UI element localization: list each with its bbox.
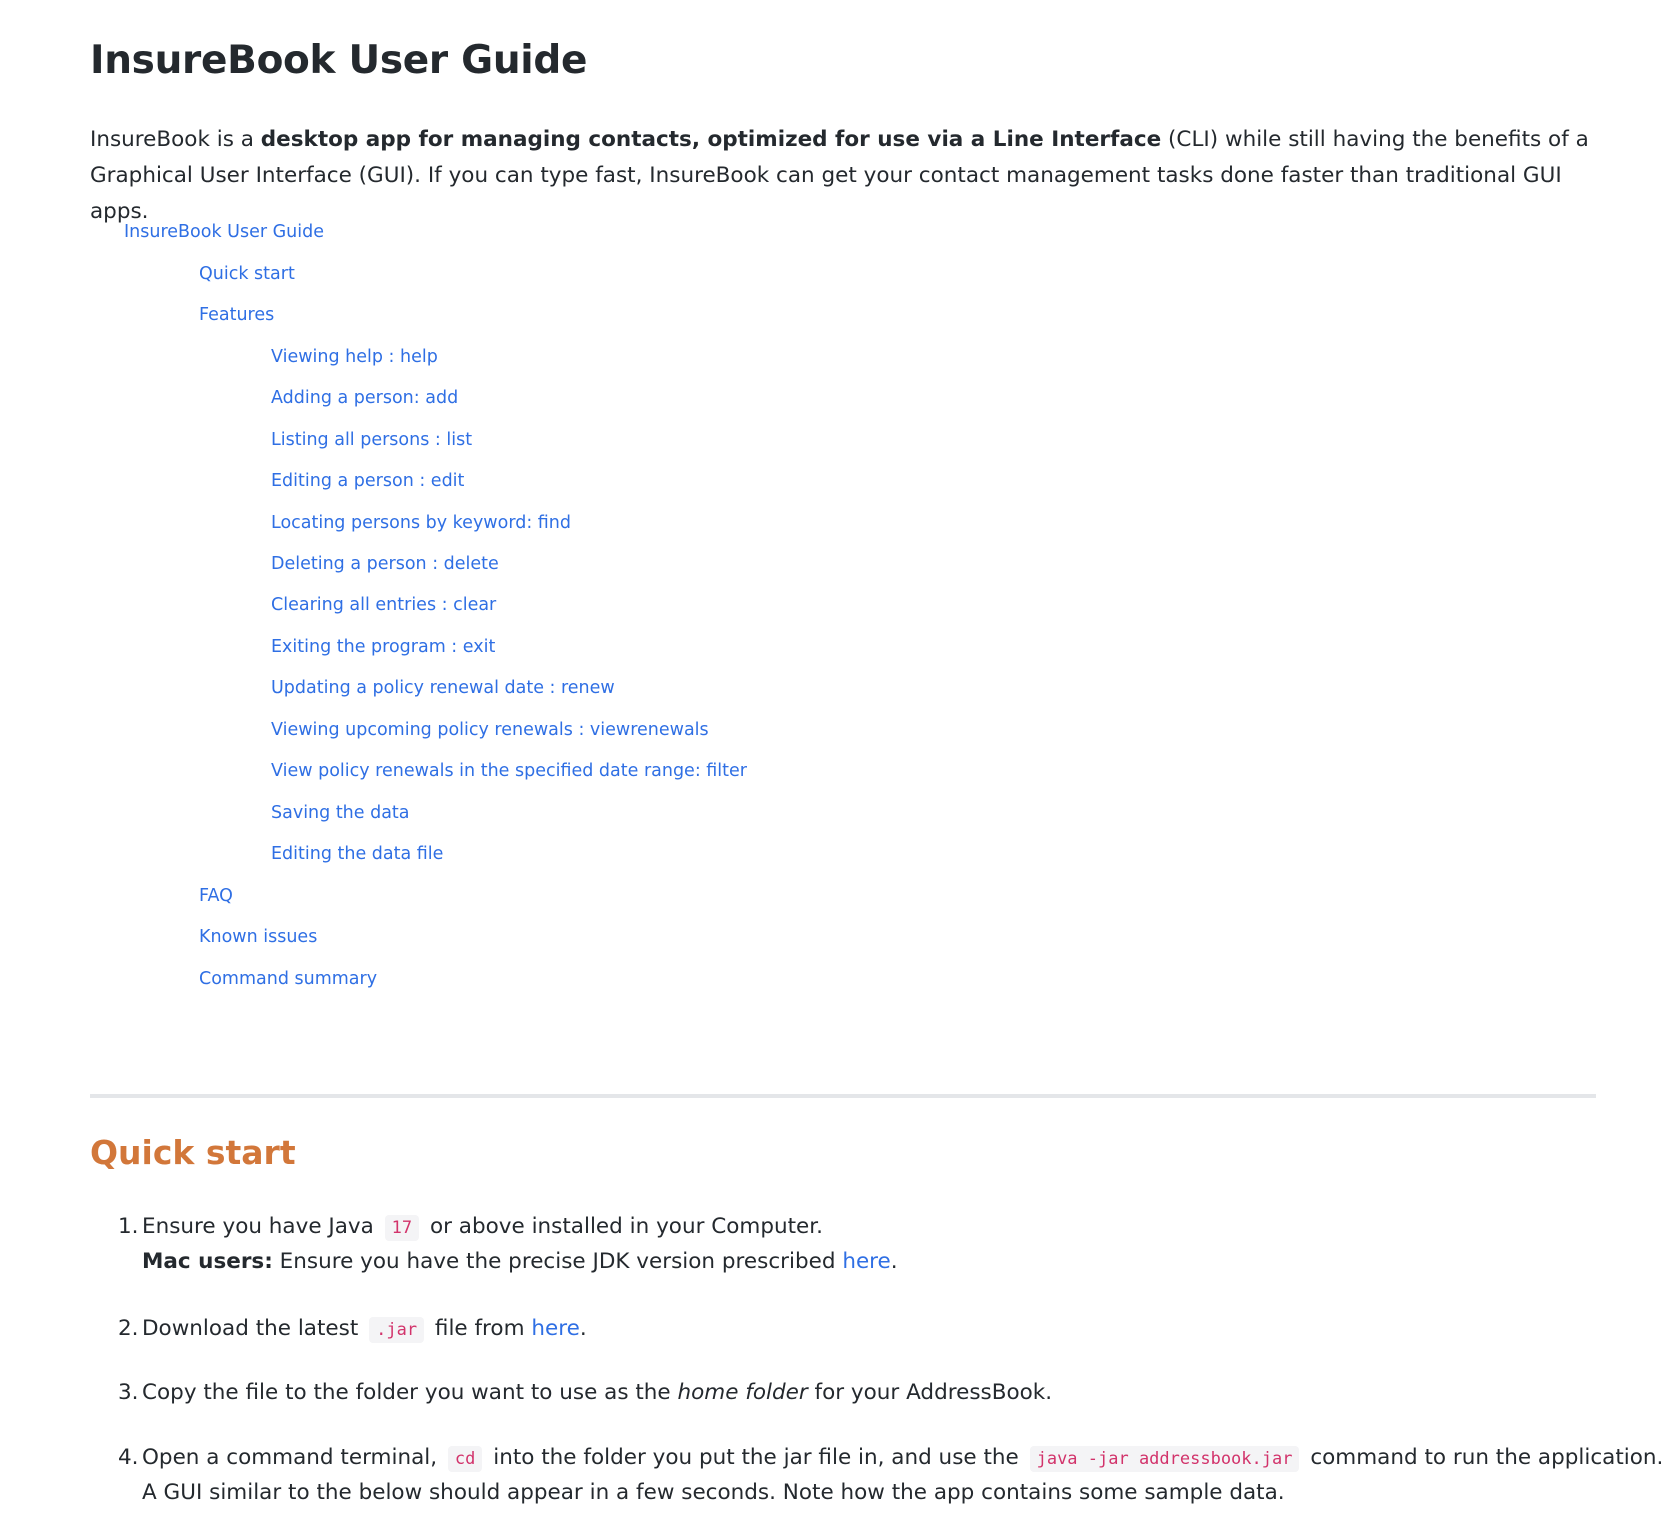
- step-text: .: [890, 1249, 898, 1274]
- toc-link-feature-item[interactable]: Viewing upcoming policy renewals : viewr…: [271, 718, 709, 742]
- step-item: 2. Download the latest .jar file from he…: [118, 1312, 1602, 1347]
- step-line: Copy the file to the folder you want to …: [142, 1376, 1602, 1409]
- jar-code: .jar: [369, 1317, 425, 1343]
- toc-link-feature-item[interactable]: Updating a policy renewal date : renew: [271, 676, 615, 700]
- step-number: 4.: [118, 1445, 139, 1470]
- toc-link-feature-item[interactable]: Viewing help : help: [271, 345, 438, 369]
- toc-link-known-issues[interactable]: Known issues: [199, 925, 317, 949]
- quick-start-heading: Quick start: [90, 1133, 296, 1172]
- toc-link-feature-item[interactable]: Clearing all entries : clear: [271, 593, 496, 617]
- step-text: Ensure you have the precise JDK version …: [272, 1249, 843, 1274]
- intro-paragraph: InsureBook is a desktop app for managing…: [90, 122, 1590, 230]
- toc-link-command-summary[interactable]: Command summary: [199, 967, 377, 991]
- toc-link-feature-item[interactable]: Locating persons by keyword: find: [271, 511, 571, 535]
- step-text: command to run the application.: [1310, 1445, 1664, 1470]
- step-number: 3.: [118, 1380, 139, 1405]
- toc-link-user-guide[interactable]: InsureBook User Guide: [124, 220, 324, 244]
- step-line: Mac users: Ensure you have the precise J…: [142, 1245, 1602, 1278]
- step-line: Download the latest .jar file from here.: [142, 1312, 1602, 1347]
- intro-bold-text: desktop app for managing contacts, optim…: [260, 127, 1162, 152]
- step-item: 4. Open a command terminal, cd into the …: [118, 1441, 1663, 1509]
- cd-code: cd: [447, 1446, 483, 1472]
- section-divider: [90, 1094, 1596, 1098]
- step-text: file from: [434, 1316, 532, 1341]
- java-jar-command-code: java -jar addressbook.jar: [1029, 1446, 1300, 1472]
- step-item: 3. Copy the file to the folder you want …: [118, 1376, 1602, 1409]
- step-number: 1.: [118, 1214, 139, 1239]
- step-line: Ensure you have Java 17 or above install…: [142, 1210, 1602, 1245]
- toc-link-feature-item[interactable]: View policy renewals in the specified da…: [271, 759, 747, 783]
- java-version-code: 17: [384, 1215, 420, 1241]
- toc-link-features[interactable]: Features: [199, 303, 274, 327]
- download-link[interactable]: here: [531, 1316, 579, 1341]
- step-text: Download the latest: [142, 1316, 359, 1341]
- intro-text-start: InsureBook is a: [90, 127, 261, 152]
- step-line: A GUI similar to the below should appear…: [142, 1480, 1285, 1505]
- toc-link-feature-item[interactable]: Listing all persons : list: [271, 428, 472, 452]
- step-text: Ensure you have Java: [142, 1214, 374, 1239]
- toc-link-feature-item[interactable]: Exiting the program : exit: [271, 635, 495, 659]
- step-text: .: [579, 1316, 587, 1341]
- toc-link-quick-start[interactable]: Quick start: [199, 262, 295, 286]
- page-title: InsureBook User Guide: [90, 38, 588, 83]
- step-text: for your AddressBook.: [807, 1380, 1053, 1405]
- toc-link-faq[interactable]: FAQ: [199, 884, 233, 908]
- step-text: Open a command terminal,: [142, 1445, 438, 1470]
- step-number: 2.: [118, 1316, 139, 1341]
- toc-link-feature-item[interactable]: Adding a person: add: [271, 386, 458, 410]
- toc-link-feature-item[interactable]: Saving the data: [271, 801, 410, 825]
- step-line: Open a command terminal, cd into the fol…: [142, 1441, 1663, 1476]
- toc-link-feature-item[interactable]: Editing a person : edit: [271, 469, 464, 493]
- step-item: 1. Ensure you have Java 17 or above inst…: [118, 1210, 1602, 1278]
- toc-link-feature-item[interactable]: Editing the data file: [271, 842, 443, 866]
- jdk-version-link[interactable]: here: [842, 1249, 890, 1274]
- toc-link-feature-item[interactable]: Deleting a person : delete: [271, 552, 499, 576]
- home-folder-emphasis: home folder: [677, 1380, 808, 1405]
- step-text: or above installed in your Computer.: [429, 1214, 823, 1239]
- step-text: into the folder you put the jar file in,…: [493, 1445, 1019, 1470]
- step-text: Copy the file to the folder you want to …: [142, 1380, 678, 1405]
- mac-users-label: Mac users:: [142, 1249, 273, 1274]
